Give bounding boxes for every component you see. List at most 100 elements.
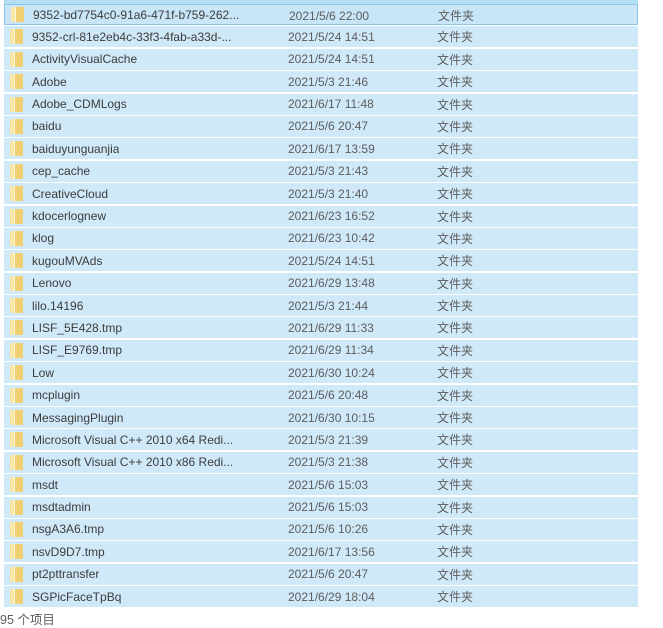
file-name: nsgA3A6.tmp (32, 522, 104, 536)
file-row-selection[interactable]: baidu 2021/5/6 20:47 文件夹 (4, 116, 638, 137)
folder-icon (10, 455, 23, 470)
folder-icon (10, 29, 23, 44)
file-modified-date: 2021/5/24 14:51 (288, 26, 375, 47)
file-type: 文件夹 (437, 317, 473, 338)
file-row: LISF_E9769.tmp 2021/6/29 11:34 文件夹 (0, 340, 663, 362)
file-row: Microsoft Visual C++ 2010 x64 Redi... 20… (0, 429, 663, 451)
file-row: CreativeCloud 2021/5/3 21:40 文件夹 (0, 183, 663, 205)
file-row-selection[interactable]: nsvD9D7.tmp 2021/6/17 13:56 文件夹 (4, 541, 638, 562)
file-row-selection[interactable]: LISF_5E428.tmp 2021/6/29 11:33 文件夹 (4, 317, 638, 338)
file-type: 文件夹 (438, 5, 474, 26)
file-modified-date: 2021/5/6 15:03 (288, 474, 368, 495)
file-row-selection[interactable]: msdtadmin 2021/5/6 15:03 文件夹 (4, 497, 638, 518)
folder-icon (10, 186, 23, 201)
file-row-selection[interactable]: 9352-bd7754c0-91a6-471f-b759-262... 2021… (4, 4, 638, 25)
file-list: 9352-bd7754c0-91a6-471f-b759-262... 2021… (0, 0, 663, 609)
file-row: 9352-bd7754c0-91a6-471f-b759-262... 2021… (0, 4, 663, 26)
file-type: 文件夹 (437, 474, 473, 495)
file-row-selection[interactable]: cep_cache 2021/5/3 21:43 文件夹 (4, 161, 638, 182)
file-type: 文件夹 (437, 26, 473, 47)
file-name: msdtadmin (32, 500, 91, 514)
file-name: Microsoft Visual C++ 2010 x86 Redi... (32, 455, 233, 469)
file-row-selection[interactable]: Microsoft Visual C++ 2010 x86 Redi... 20… (4, 452, 638, 473)
file-type: 文件夹 (437, 49, 473, 70)
file-row-selection[interactable]: pt2pttransfer 2021/5/6 20:47 文件夹 (4, 564, 638, 585)
file-type: 文件夹 (437, 407, 473, 428)
file-modified-date: 2021/5/6 20:47 (288, 116, 368, 137)
file-row: msdt 2021/5/6 15:03 文件夹 (0, 474, 663, 496)
file-row-selection[interactable]: LISF_E9769.tmp 2021/6/29 11:34 文件夹 (4, 340, 638, 361)
folder-icon (10, 544, 23, 559)
file-row-selection[interactable]: CreativeCloud 2021/5/3 21:40 文件夹 (4, 183, 638, 204)
file-row-selection[interactable]: MessagingPlugin 2021/6/30 10:15 文件夹 (4, 407, 638, 428)
file-row-selection[interactable]: kdocerlognew 2021/6/23 16:52 文件夹 (4, 206, 638, 227)
folder-icon (10, 119, 23, 134)
file-row-selection[interactable]: msdt 2021/5/6 15:03 文件夹 (4, 474, 638, 495)
folder-icon (10, 141, 23, 156)
file-row-selection[interactable]: klog 2021/6/23 10:42 文件夹 (4, 228, 638, 249)
file-name: 9352-bd7754c0-91a6-471f-b759-262... (33, 8, 239, 22)
file-row-selection[interactable]: Adobe_CDMLogs 2021/6/17 11:48 文件夹 (4, 94, 638, 115)
file-row: SGPicFaceTpBq 2021/6/29 18:04 文件夹 (0, 586, 663, 608)
file-row-selection[interactable]: Microsoft Visual C++ 2010 x64 Redi... 20… (4, 429, 638, 450)
file-row-selection[interactable]: nsgA3A6.tmp 2021/5/6 10:26 文件夹 (4, 519, 638, 540)
file-row-selection[interactable]: SGPicFaceTpBq 2021/6/29 18:04 文件夹 (4, 586, 638, 607)
file-modified-date: 2021/6/29 13:48 (288, 273, 375, 294)
file-row-selection[interactable]: Low 2021/6/30 10:24 文件夹 (4, 362, 638, 383)
file-modified-date: 2021/5/3 21:40 (288, 183, 368, 204)
file-name: nsvD9D7.tmp (32, 545, 105, 559)
file-row: baiduyunguanjia 2021/6/17 13:59 文件夹 (0, 138, 663, 160)
file-modified-date: 2021/5/3 21:38 (288, 452, 368, 473)
file-modified-date: 2021/5/6 10:26 (288, 519, 368, 540)
file-row: MessagingPlugin 2021/6/30 10:15 文件夹 (0, 407, 663, 429)
file-name: Microsoft Visual C++ 2010 x64 Redi... (32, 433, 233, 447)
file-name: msdt (32, 478, 58, 492)
file-row: baidu 2021/5/6 20:47 文件夹 (0, 116, 663, 138)
file-type: 文件夹 (437, 385, 473, 406)
file-row-selection[interactable]: Adobe 2021/5/3 21:46 文件夹 (4, 71, 638, 92)
file-name: LISF_E9769.tmp (32, 343, 122, 357)
file-modified-date: 2021/6/29 11:34 (288, 340, 374, 361)
file-row-selection[interactable]: ActivityVisualCache 2021/5/24 14:51 文件夹 (4, 49, 638, 70)
file-type: 文件夹 (437, 273, 473, 294)
file-name: 9352-crl-81e2eb4c-33f3-4fab-a33d-... (32, 30, 231, 44)
folder-icon (10, 477, 23, 492)
file-row-selection[interactable]: Lenovo 2021/6/29 13:48 文件夹 (4, 273, 638, 294)
file-name: Adobe (32, 75, 67, 89)
file-modified-date: 2021/6/30 10:15 (288, 407, 375, 428)
file-row-selection[interactable]: mcplugin 2021/5/6 20:48 文件夹 (4, 385, 638, 406)
file-type: 文件夹 (437, 161, 473, 182)
file-row: lilo.14196 2021/5/3 21:44 文件夹 (0, 295, 663, 317)
file-name: pt2pttransfer (32, 567, 99, 581)
file-modified-date: 2021/5/6 22:00 (289, 5, 369, 26)
file-row-selection[interactable]: baiduyunguanjia 2021/6/17 13:59 文件夹 (4, 138, 638, 159)
file-row: LISF_5E428.tmp 2021/6/29 11:33 文件夹 (0, 317, 663, 339)
file-row: kdocerlognew 2021/6/23 16:52 文件夹 (0, 206, 663, 228)
file-name: kugouMVAds (32, 254, 102, 268)
file-type: 文件夹 (437, 541, 473, 562)
folder-icon (11, 7, 24, 22)
file-type: 文件夹 (437, 250, 473, 271)
folder-icon (10, 589, 23, 604)
file-name: Low (32, 366, 54, 380)
file-name: SGPicFaceTpBq (32, 590, 121, 604)
file-row-selection[interactable]: kugouMVAds 2021/5/24 14:51 文件夹 (4, 250, 638, 271)
file-name: baidu (32, 119, 61, 133)
folder-icon (10, 276, 23, 291)
folder-icon (10, 164, 23, 179)
file-modified-date: 2021/5/24 14:51 (288, 250, 375, 271)
file-name: ActivityVisualCache (32, 52, 137, 66)
file-modified-date: 2021/6/17 13:59 (288, 138, 375, 159)
file-row: Adobe_CDMLogs 2021/6/17 11:48 文件夹 (0, 94, 663, 116)
folder-icon (10, 388, 23, 403)
folder-icon (10, 567, 23, 582)
file-type: 文件夹 (437, 116, 473, 137)
file-row-selection[interactable]: lilo.14196 2021/5/3 21:44 文件夹 (4, 295, 638, 316)
file-row: msdtadmin 2021/5/6 15:03 文件夹 (0, 497, 663, 519)
file-type: 文件夹 (437, 228, 473, 249)
file-type: 文件夹 (437, 94, 473, 115)
file-row-selection[interactable]: 9352-crl-81e2eb4c-33f3-4fab-a33d-... 202… (4, 26, 638, 47)
file-type: 文件夹 (437, 497, 473, 518)
file-name: kdocerlognew (32, 209, 106, 223)
folder-icon (10, 298, 23, 313)
